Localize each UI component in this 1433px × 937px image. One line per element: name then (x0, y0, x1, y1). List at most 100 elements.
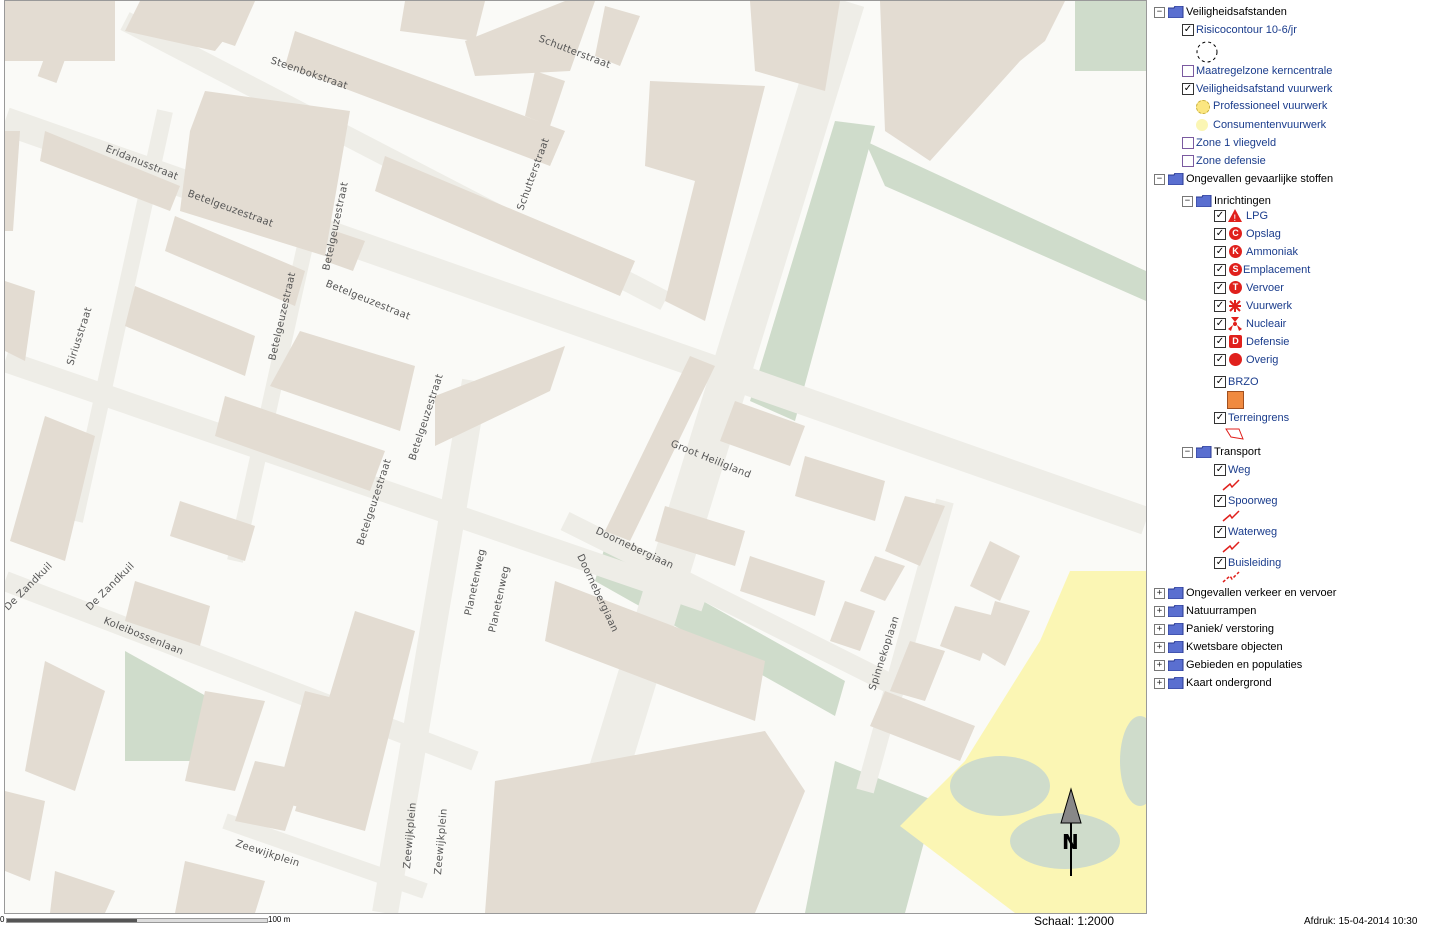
legend-label: Consumentenvuurwerk (1213, 119, 1327, 131)
scale-track (6, 918, 268, 923)
layer-checkbox[interactable] (1182, 65, 1194, 77)
expand-toggle[interactable]: + (1154, 642, 1165, 653)
legend-label: Professioneel vuurwerk (1213, 100, 1328, 112)
expand-toggle[interactable]: + (1154, 678, 1165, 689)
legend-label: Defensie (1246, 336, 1290, 348)
layer-checkbox[interactable]: ✓ (1214, 464, 1226, 476)
scale-end: 100 m (268, 915, 291, 924)
folder-icon (1168, 623, 1184, 635)
legend-label: Nucleair (1246, 318, 1287, 330)
legend-label: Weg (1228, 464, 1251, 476)
legend-label: Paniek/ verstoring (1186, 623, 1275, 635)
layer-legend: − Veiligheidsafstanden ✓ Risicocontour 1… (1150, 0, 1433, 912)
opslag-icon: C (1229, 227, 1242, 240)
brzo-symbol (1227, 391, 1244, 409)
map-view[interactable]: Steenbokstraat Schutterstraat Schutterst… (4, 0, 1147, 914)
layer-checkbox[interactable]: ✓ (1214, 264, 1226, 276)
legend-label: BRZO (1228, 376, 1259, 388)
legend-label: Spoorweg (1228, 495, 1278, 507)
waterweg-symbol (1222, 541, 1240, 553)
legend-label: Buisleiding (1228, 557, 1282, 569)
collapse-toggle[interactable]: − (1182, 447, 1193, 458)
legend-label: Terreingrens (1228, 412, 1290, 424)
legend-label: Emplacement (1243, 264, 1311, 276)
folder-icon (1168, 587, 1184, 599)
ammoniak-icon: K (1229, 245, 1242, 258)
layer-checkbox[interactable]: ✓ (1214, 354, 1226, 366)
legend-label: Waterweg (1228, 526, 1278, 538)
legend-label: Kaart ondergrond (1186, 677, 1272, 689)
folder-icon (1168, 677, 1184, 689)
legend-label: Natuurrampen (1186, 605, 1257, 617)
scale-zero: 0 (0, 915, 5, 924)
expand-toggle[interactable]: + (1154, 606, 1165, 617)
scale-text: Schaal: 1:2000 (1034, 914, 1115, 928)
layer-checkbox[interactable]: ✓ (1214, 557, 1226, 569)
lpg-icon: ! (1228, 209, 1242, 223)
buisleiding-symbol (1222, 571, 1240, 583)
weg-symbol (1222, 479, 1240, 491)
scale-fill (7, 919, 137, 922)
layer-checkbox[interactable]: ✓ (1214, 210, 1226, 222)
layer-checkbox[interactable]: ✓ (1182, 83, 1194, 95)
defensie-icon: D (1229, 335, 1242, 348)
layer-checkbox[interactable]: ✓ (1214, 412, 1226, 424)
legend-label: Inrichtingen (1214, 195, 1271, 207)
risicocontour-symbol (1196, 41, 1218, 63)
expand-toggle[interactable]: + (1154, 660, 1165, 671)
legend-label: Transport (1214, 446, 1261, 458)
layer-checkbox[interactable]: ✓ (1214, 246, 1226, 258)
spoorweg-symbol (1222, 510, 1240, 522)
layer-checkbox[interactable]: ✓ (1182, 24, 1194, 36)
print-date: Afdruk: 15-04-2014 10:30 (1304, 916, 1418, 927)
legend-label: LPG (1246, 210, 1269, 222)
legend-label: Ammoniak (1246, 246, 1298, 258)
north-label: N (1062, 830, 1079, 854)
folder-icon (1168, 605, 1184, 617)
layer-checkbox[interactable]: ✓ (1214, 282, 1226, 294)
legend-label: Maatregelzone kerncentrale (1196, 65, 1333, 77)
professioneel-symbol (1196, 100, 1210, 114)
overig-icon (1229, 353, 1242, 366)
collapse-toggle[interactable]: − (1154, 7, 1165, 18)
layer-checkbox[interactable]: ✓ (1214, 318, 1226, 330)
folder-icon (1168, 173, 1184, 185)
legend-label: Opslag (1246, 228, 1281, 240)
layer-checkbox[interactable] (1182, 137, 1194, 149)
legend-label: Risicocontour 10-6/jr (1196, 24, 1297, 36)
legend-label: Ongevallen gevaarlijke stoffen (1186, 173, 1334, 185)
nucleair-icon (1228, 317, 1242, 331)
legend-label: Veiligheidsafstanden (1186, 6, 1287, 18)
layer-checkbox[interactable]: ✓ (1214, 495, 1226, 507)
folder-icon (1196, 446, 1212, 458)
vuurwerk-icon (1229, 300, 1241, 312)
vervoer-icon: T (1229, 281, 1242, 294)
layer-checkbox[interactable]: ✓ (1214, 300, 1226, 312)
legend-label: Vuurwerk (1246, 300, 1293, 312)
folder-icon (1168, 659, 1184, 671)
legend-label: Gebieden en populaties (1186, 659, 1303, 671)
collapse-toggle[interactable]: − (1182, 196, 1193, 207)
expand-toggle[interactable]: + (1154, 624, 1165, 635)
svg-text:!: ! (1233, 214, 1237, 223)
folder-icon (1168, 641, 1184, 653)
emplacement-icon: S (1229, 263, 1242, 276)
legend-label: Kwetsbare objecten (1186, 641, 1283, 653)
terreingrens-symbol (1225, 428, 1244, 440)
expand-toggle[interactable]: + (1154, 588, 1165, 599)
layer-checkbox[interactable]: ✓ (1214, 376, 1226, 388)
legend-label: Ongevallen verkeer en vervoer (1186, 587, 1337, 599)
folder-icon (1168, 6, 1184, 18)
legend-label: Zone 1 vliegveld (1196, 137, 1277, 149)
consumenten-symbol (1196, 119, 1208, 131)
layer-checkbox[interactable]: ✓ (1214, 228, 1226, 240)
legend-label: Zone defensie (1196, 155, 1266, 167)
legend-label: Veiligheidsafstand vuurwerk (1196, 83, 1333, 95)
folder-icon (1196, 195, 1212, 207)
legend-label: Overig (1246, 354, 1279, 366)
layer-checkbox[interactable]: ✓ (1214, 336, 1226, 348)
layer-checkbox[interactable]: ✓ (1214, 526, 1226, 538)
collapse-toggle[interactable]: − (1154, 174, 1165, 185)
legend-label: Vervoer (1246, 282, 1284, 294)
layer-checkbox[interactable] (1182, 155, 1194, 167)
